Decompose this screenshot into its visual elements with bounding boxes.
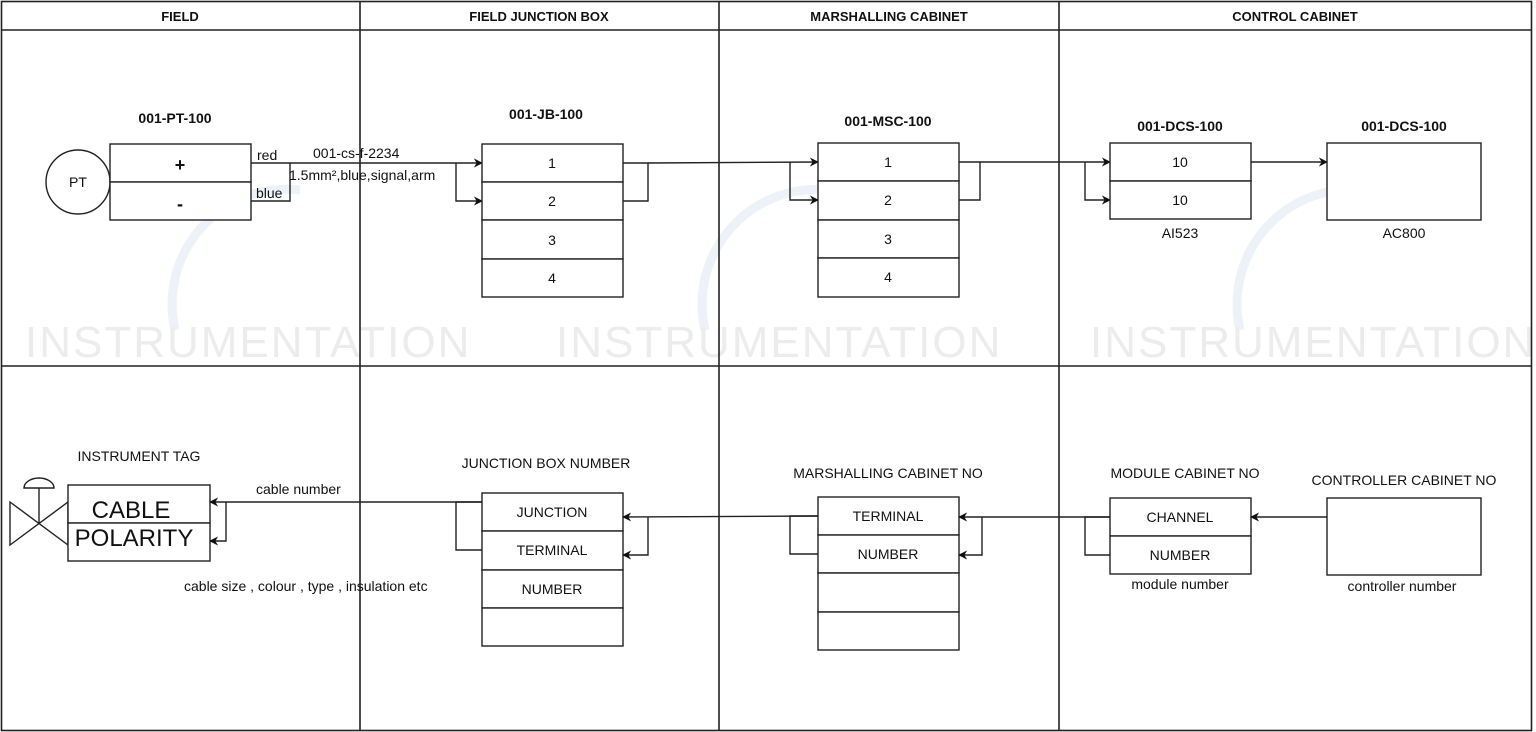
watermark-text: INSTRUMENTATION [25,318,471,367]
legend-msc-row-label: NUMBER [858,546,919,562]
junction-box-tag: 001-JB-100 [509,106,583,122]
cable-number: 001-cs-f-2234 [313,145,400,161]
legend-module-title: MODULE CABINET NO [1110,465,1259,481]
jb-terminal-number: 1 [548,155,556,171]
legend-jb-cell [481,607,624,647]
legend-controller-note: controller number [1348,578,1457,594]
legend-jb-row-label: JUNCTION [517,504,588,520]
legend-controller-title: CONTROLLER CABINET NO [1312,472,1497,488]
column-header-field: FIELD [161,9,199,24]
loop-wiring-diagram: INSTRUMENTATION INSTRUMENTATION INSTRUME… [0,0,1536,732]
legend-instrument: INSTRUMENT TAG CABLE POLARITY cable numb… [9,448,482,594]
io-module-model: AI523 [1162,225,1199,241]
table-grid [0,0,1533,732]
plus-terminal-label: + [175,155,186,175]
legend-msc-title: MARSHALLING CABINET NO [793,465,983,481]
legend-controller: CONTROLLER CABINET NO controller number [1312,472,1497,594]
wire-color-red: red [257,147,277,163]
control-valve-icon [9,477,69,547]
legend-module-row-label: CHANNEL [1147,509,1214,525]
cable-spec: 1.5mm²,blue,signal,arm [289,167,435,183]
jb-terminal-number: 3 [548,232,556,248]
marshalling-cabinet-tag: 001-MSC-100 [844,113,931,129]
transmitter-symbol-label: PT [69,174,87,190]
wire-color-blue: blue [256,185,283,201]
controller-box [1326,142,1482,221]
watermark-text: INSTRUMENTATION [1090,318,1536,367]
msc-terminal-number: 4 [884,269,892,285]
legend-msc-row-label: TERMINAL [853,508,924,524]
msc-terminal-number: 3 [884,231,892,247]
io-module: 001-DCS-100 10 10 AI523 [1109,118,1328,241]
jb-terminal-number: 2 [548,193,556,209]
legend-cable-note: cable size , colour , type , insulation … [184,578,428,594]
msc-terminal-number: 1 [884,154,892,170]
legend-polarity-label: POLARITY [75,525,194,552]
legend-jb-row-label: NUMBER [522,581,583,597]
watermark-text: INSTRUMENTATION [556,318,1002,367]
legend-module-note: module number [1131,576,1229,592]
minus-terminal-label: - [177,194,183,214]
legend-cable-number-label: cable number [256,481,341,497]
legend-msc-cell [817,572,960,613]
io-channel-number: 10 [1172,192,1188,208]
legend-marshalling-cabinet: MARSHALLING CABINET NO TERMINAL NUMBER [789,465,1110,651]
legend-controller-box [1326,497,1482,576]
io-channel-number: 10 [1172,154,1188,170]
legend-cable-label: CABLE [92,497,171,524]
system-cable [959,157,1111,205]
junction-box: 001-JB-100 1 2 3 4 [481,106,624,298]
controller-model: AC800 [1383,225,1426,241]
column-header-field-junction-box: FIELD JUNCTION BOX [469,9,609,24]
legend-module-row-label: NUMBER [1150,547,1211,563]
marshalling-cabinet: 001-MSC-100 1 2 3 4 [817,113,960,298]
column-header-marshalling-cabinet: MARSHALLING CABINET [810,9,967,24]
column-header-control-cabinet: CONTROL CABINET [1232,9,1357,24]
legend-jb-title: JUNCTION BOX NUMBER [462,455,631,471]
controller-tag: 001-DCS-100 [1361,118,1447,134]
legend-junction-box: JUNCTION BOX NUMBER JUNCTION TERMINAL NU… [455,455,819,647]
io-module-tag: 001-DCS-100 [1137,118,1223,134]
msc-terminal-number: 2 [884,192,892,208]
legend-module: MODULE CABINET NO CHANNEL NUMBER module … [1084,465,1327,592]
controller: 001-DCS-100 AC800 [1326,118,1482,241]
legend-instrument-title: INSTRUMENT TAG [78,448,201,464]
transmitter: PT 001-PT-100 + - red blue [45,110,283,221]
legend-msc-cell [817,611,960,651]
legend-jb-row-label: TERMINAL [517,542,588,558]
jb-terminal-number: 4 [548,270,556,286]
transmitter-tag: 001-PT-100 [138,110,211,126]
